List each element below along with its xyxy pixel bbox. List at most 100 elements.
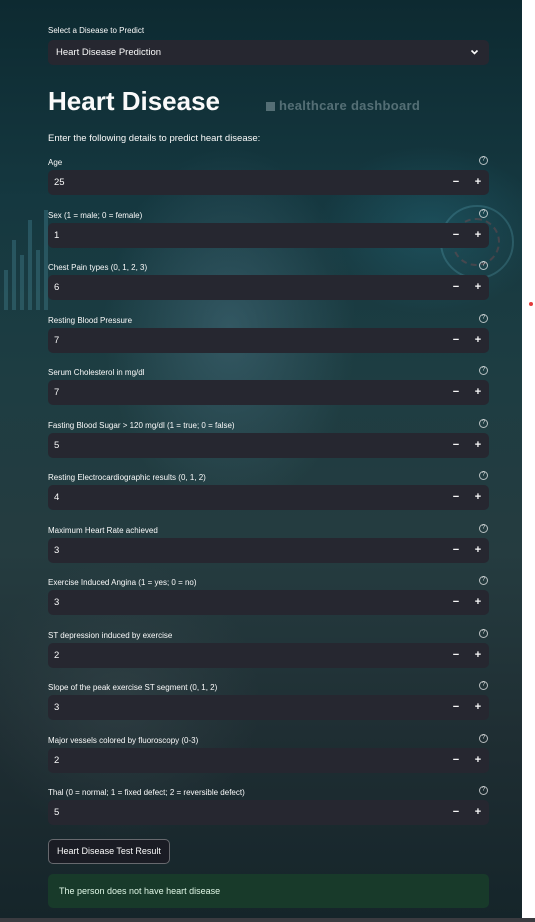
bottom-bar bbox=[0, 918, 535, 922]
number-field: Age? 25 − + bbox=[48, 156, 489, 203]
decrement-button[interactable]: − bbox=[445, 643, 467, 668]
number-input-value: 25 bbox=[54, 177, 65, 188]
number-input-value: 3 bbox=[54, 597, 60, 608]
increment-button[interactable]: + bbox=[467, 590, 489, 615]
number-field: Exercise Induced Angina (1 = yes; 0 = no… bbox=[48, 576, 489, 623]
increment-button[interactable]: + bbox=[467, 643, 489, 668]
decrement-button[interactable]: − bbox=[445, 590, 467, 615]
help-icon[interactable]: ? bbox=[479, 261, 488, 270]
increment-button[interactable]: + bbox=[467, 433, 489, 458]
number-input[interactable]: 1 − + bbox=[48, 222, 489, 248]
increment-button[interactable]: + bbox=[467, 748, 489, 773]
help-icon[interactable]: ? bbox=[479, 418, 488, 428]
number-field: Serum Cholesterol in mg/dl? 7 − + bbox=[48, 366, 489, 413]
number-input-value: 7 bbox=[54, 387, 60, 398]
field-label: Fasting Blood Sugar > 120 mg/dl (1 = tru… bbox=[48, 420, 235, 430]
app-background: healthcare dashboard Select a Disease to… bbox=[0, 0, 522, 918]
help-icon[interactable]: ? bbox=[479, 471, 488, 480]
number-field: Fasting Blood Sugar > 120 mg/dl (1 = tru… bbox=[48, 418, 489, 466]
decrement-button[interactable]: − bbox=[445, 485, 467, 510]
number-field: Maximum Heart Rate achieved? 3 − + bbox=[48, 523, 489, 571]
page-title: Heart Disease bbox=[48, 86, 220, 116]
help-icon[interactable]: ? bbox=[479, 208, 488, 218]
number-input-value: 1 bbox=[54, 229, 60, 241]
number-input[interactable]: 7 − + bbox=[48, 380, 489, 405]
number-field: Slope of the peak exercise ST segment (0… bbox=[48, 681, 489, 728]
number-input-value: 3 bbox=[54, 702, 60, 713]
red-dot-marker bbox=[529, 302, 533, 306]
field-label: ST depression induced by exercise bbox=[48, 630, 173, 640]
disease-select-value: Heart Disease Prediction bbox=[56, 47, 162, 58]
decrement-button[interactable]: − bbox=[445, 275, 467, 300]
disease-select[interactable]: Heart Disease Prediction bbox=[48, 40, 489, 65]
increment-button[interactable]: + bbox=[467, 695, 489, 720]
number-field: Chest Pain types (0, 1, 2, 3)? 6 − + bbox=[48, 261, 489, 308]
number-input[interactable]: 3 − + bbox=[48, 695, 489, 720]
field-label: Maximum Heart Rate achieved bbox=[48, 525, 158, 535]
number-input[interactable]: 2 − + bbox=[48, 747, 489, 773]
number-input[interactable]: 3 − + bbox=[48, 590, 489, 615]
field-label: Sex (1 = male; 0 = female) bbox=[48, 210, 143, 220]
increment-button[interactable]: + bbox=[467, 538, 489, 563]
number-field: Resting Blood Pressure? 7 − + bbox=[48, 313, 489, 361]
number-input[interactable]: 5 − + bbox=[48, 432, 489, 458]
number-input[interactable]: 3 − + bbox=[48, 537, 489, 563]
number-input-value: 2 bbox=[54, 754, 60, 766]
number-input[interactable]: 6 − + bbox=[48, 275, 489, 300]
decrement-button[interactable]: − bbox=[445, 380, 467, 405]
page-subtitle: Enter the following details to predict h… bbox=[48, 133, 261, 144]
background-watermark: healthcare dashboard bbox=[266, 98, 420, 113]
field-label: Serum Cholesterol in mg/dl bbox=[48, 368, 145, 377]
number-field: Sex (1 = male; 0 = female)? 1 − + bbox=[48, 208, 489, 256]
number-input[interactable]: 7 − + bbox=[48, 327, 489, 353]
decrement-button[interactable]: − bbox=[445, 538, 467, 563]
increment-button[interactable]: + bbox=[467, 380, 489, 405]
decrement-button[interactable]: − bbox=[445, 328, 467, 353]
help-icon[interactable]: ? bbox=[479, 733, 488, 743]
number-input[interactable]: 5 − + bbox=[48, 800, 489, 825]
prediction-result-alert: The person does not have heart disease bbox=[48, 874, 489, 908]
decrement-button[interactable]: − bbox=[445, 695, 467, 720]
number-field: Major vessels colored by fluoroscopy (0-… bbox=[48, 733, 489, 781]
decrement-button[interactable]: − bbox=[445, 748, 467, 773]
number-input-value: 2 bbox=[54, 649, 60, 661]
field-label: Major vessels colored by fluoroscopy (0-… bbox=[48, 735, 199, 745]
field-label: Slope of the peak exercise ST segment (0… bbox=[48, 683, 218, 692]
number-input[interactable]: 2 − + bbox=[48, 642, 489, 668]
number-input-value: 6 bbox=[54, 282, 60, 293]
number-input-value: 7 bbox=[54, 334, 60, 346]
help-icon[interactable]: ? bbox=[479, 156, 488, 165]
increment-button[interactable]: + bbox=[467, 223, 489, 248]
field-label: Exercise Induced Angina (1 = yes; 0 = no… bbox=[48, 578, 197, 587]
field-label: Resting Electrocardiographic results (0,… bbox=[48, 473, 206, 482]
decrement-button[interactable]: − bbox=[445, 800, 467, 825]
help-icon[interactable]: ? bbox=[479, 523, 488, 533]
test-result-button[interactable]: Heart Disease Test Result bbox=[48, 839, 170, 864]
increment-button[interactable]: + bbox=[467, 800, 489, 825]
decrement-button[interactable]: − bbox=[445, 170, 467, 195]
help-icon[interactable]: ? bbox=[479, 576, 488, 585]
field-label: Chest Pain types (0, 1, 2, 3) bbox=[48, 263, 148, 272]
field-label: Age bbox=[48, 158, 63, 167]
help-icon[interactable]: ? bbox=[479, 313, 488, 323]
number-input[interactable]: 4 − + bbox=[48, 485, 489, 510]
number-input-value: 5 bbox=[54, 439, 60, 451]
decrement-button[interactable]: − bbox=[445, 223, 467, 248]
chevron-down-icon bbox=[470, 40, 479, 75]
help-icon[interactable]: ? bbox=[479, 628, 488, 638]
help-icon[interactable]: ? bbox=[479, 681, 488, 690]
number-input[interactable]: 25 − + bbox=[48, 170, 489, 195]
number-input-value: 4 bbox=[54, 492, 60, 503]
decrement-button[interactable]: − bbox=[445, 433, 467, 458]
increment-button[interactable]: + bbox=[467, 275, 489, 300]
disease-select-label: Select a Disease to Predict bbox=[48, 26, 145, 35]
increment-button[interactable]: + bbox=[467, 328, 489, 353]
increment-button[interactable]: + bbox=[467, 485, 489, 510]
number-field: Resting Electrocardiographic results (0,… bbox=[48, 471, 489, 518]
increment-button[interactable]: + bbox=[467, 170, 489, 195]
help-icon[interactable]: ? bbox=[479, 366, 488, 375]
field-label: Resting Blood Pressure bbox=[48, 315, 133, 325]
number-field: Thal (0 = normal; 1 = fixed defect; 2 = … bbox=[48, 786, 489, 833]
number-input-value: 3 bbox=[54, 544, 60, 556]
help-icon[interactable]: ? bbox=[479, 786, 488, 795]
